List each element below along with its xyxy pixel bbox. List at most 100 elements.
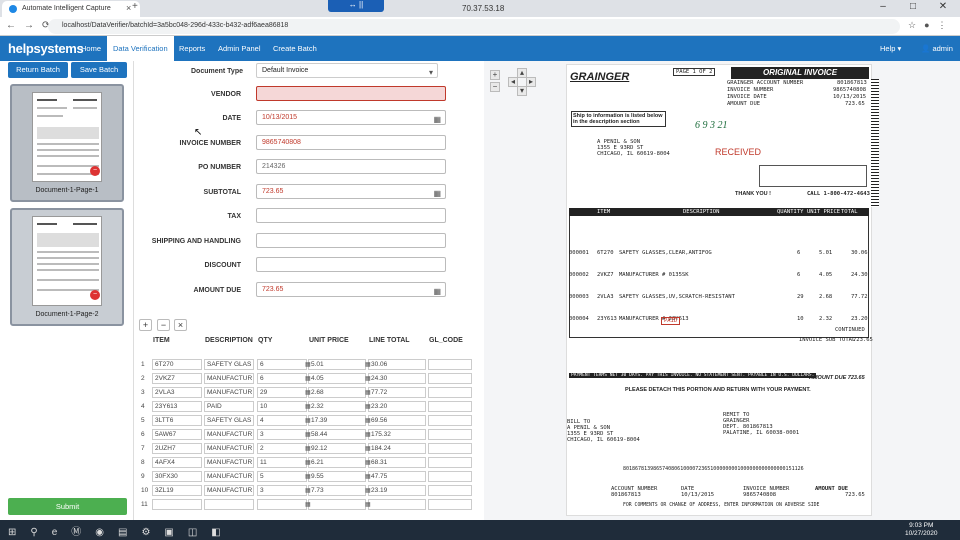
nav-admin-panel[interactable]: Admin Panel <box>212 36 267 61</box>
table-cell[interactable]: 9.55 <box>308 471 366 482</box>
table-cell[interactable]: 68.31 <box>368 457 426 468</box>
col-header-unit-price[interactable]: UNIT PRICE <box>309 337 349 344</box>
nav-home[interactable]: Home <box>75 36 107 61</box>
table-cell[interactable]: 5 <box>257 471 307 482</box>
taskbar-clock[interactable]: 9:03 PM 10/27/2020 <box>905 522 938 538</box>
calculator-icon[interactable]: ▦ <box>433 285 441 298</box>
table-cell[interactable]: 6.21 <box>308 457 366 468</box>
calculator-icon[interactable]: ▦ <box>305 501 311 508</box>
table-cell[interactable]: 3LTT6 <box>152 415 202 426</box>
table-cell[interactable] <box>428 485 472 496</box>
calculator-icon[interactable]: ▦ <box>365 459 371 466</box>
calculator-icon[interactable]: ▦ <box>433 187 441 200</box>
po-number-input[interactable]: 214326 <box>256 159 446 174</box>
calculator-icon[interactable]: ▦ <box>365 361 371 368</box>
calculator-icon[interactable]: ▦ <box>305 417 311 424</box>
page-thumbnail-2[interactable]: − Document-1-Page-2 <box>10 208 124 326</box>
subtotal-input[interactable]: 723.65 ▦ <box>256 184 446 199</box>
table-cell[interactable]: MANUFACTUR <box>204 387 254 398</box>
vendor-input[interactable] <box>256 86 446 101</box>
calculator-icon[interactable]: ▦ <box>365 417 371 424</box>
table-cell[interactable]: 4 <box>257 415 307 426</box>
date-input[interactable]: 10/13/2015 ▦ <box>256 110 446 125</box>
table-cell[interactable]: 6T270 <box>152 359 202 370</box>
table-cell[interactable]: 184.24 <box>368 443 426 454</box>
minimize-icon[interactable]: – <box>868 1 898 12</box>
table-cell[interactable]: 2VLA3 <box>152 387 202 398</box>
table-cell[interactable] <box>428 373 472 384</box>
table-cell[interactable]: 2 <box>257 443 307 454</box>
calculator-icon[interactable]: ▦ <box>305 473 311 480</box>
table-cell[interactable]: 2VKZ7 <box>152 373 202 384</box>
invoice-number-input[interactable]: 9865740808 <box>256 135 446 150</box>
tab-close-icon[interactable]: × <box>126 3 131 13</box>
table-cell[interactable] <box>428 429 472 440</box>
table-cell[interactable]: MANUFACTUR <box>204 485 254 496</box>
tax-input[interactable] <box>256 208 446 223</box>
table-cell[interactable]: MANUFACTUR <box>204 471 254 482</box>
url-text[interactable]: localhost/DataVerifier/batchId=3a5bc048-… <box>62 22 288 29</box>
browser-menu-icons[interactable]: ☆●⋮ <box>908 20 955 31</box>
col-header-gl-code[interactable]: GL_CODE <box>429 337 463 344</box>
calculator-icon[interactable]: ▦ <box>365 501 371 508</box>
remove-row-icon[interactable]: − <box>157 319 170 331</box>
calculator-icon[interactable]: ▦ <box>305 459 311 466</box>
table-cell[interactable]: 92.12 <box>308 443 366 454</box>
add-row-icon[interactable]: + <box>139 319 152 331</box>
table-cell[interactable]: 11 <box>257 457 307 468</box>
table-cell[interactable]: 10 <box>257 401 307 412</box>
table-cell[interactable]: SAFETY GLAS <box>204 359 254 370</box>
table-cell[interactable]: 47.75 <box>368 471 426 482</box>
close-window-icon[interactable]: ✕ <box>928 1 958 12</box>
table-cell[interactable] <box>428 499 472 510</box>
table-cell[interactable] <box>428 401 472 412</box>
help-menu[interactable]: Help ▾ <box>874 36 907 61</box>
calculator-icon[interactable]: ▦ <box>305 375 311 382</box>
table-cell[interactable] <box>204 499 254 510</box>
calculator-icon[interactable]: ▦ <box>365 389 371 396</box>
table-cell[interactable]: SAFETY GLAS <box>204 415 254 426</box>
table-cell[interactable]: 23.19 <box>368 485 426 496</box>
table-cell[interactable]: MANUFACTUR <box>204 443 254 454</box>
col-header-item[interactable]: ITEM <box>153 337 170 344</box>
table-cell[interactable]: 4AFX4 <box>152 457 202 468</box>
table-cell[interactable] <box>428 415 472 426</box>
calculator-icon[interactable]: ▦ <box>365 487 371 494</box>
table-cell[interactable]: 30FX30 <box>152 471 202 482</box>
user-menu[interactable]: 👤 admin ▾ <box>915 36 960 78</box>
table-cell[interactable]: 7.73 <box>308 485 366 496</box>
table-cell[interactable]: 17.39 <box>308 415 366 426</box>
amount-due-input[interactable]: 723.65 ▦ <box>256 282 446 297</box>
calculator-icon[interactable]: ▦ <box>365 445 371 452</box>
return-batch-button[interactable]: Return Batch <box>8 62 68 78</box>
maximize-icon[interactable]: □ <box>898 1 928 12</box>
delete-page-icon[interactable]: − <box>90 290 100 300</box>
table-cell[interactable] <box>428 359 472 370</box>
nav-reports[interactable]: Reports <box>173 36 211 61</box>
table-cell[interactable]: 69.56 <box>368 415 426 426</box>
calculator-icon[interactable]: ▦ <box>305 431 311 438</box>
table-cell[interactable]: 24.30 <box>368 373 426 384</box>
zoom-in-icon[interactable]: + <box>490 70 500 80</box>
calculator-icon[interactable]: ▦ <box>365 403 371 410</box>
table-cell[interactable]: 175.32 <box>368 429 426 440</box>
table-cell[interactable]: 29 <box>257 387 307 398</box>
doc-type-select[interactable]: Default Invoice ▾ <box>256 63 438 78</box>
table-cell[interactable]: 3 <box>257 429 307 440</box>
col-header-qty[interactable]: QTY <box>258 337 272 344</box>
table-cell[interactable] <box>152 499 202 510</box>
calendar-icon[interactable]: ▦ <box>433 113 441 126</box>
table-cell[interactable]: 2.32 <box>308 401 366 412</box>
clear-table-icon[interactable]: × <box>174 319 187 331</box>
calculator-icon[interactable]: ▦ <box>305 403 311 410</box>
table-cell[interactable]: 6 <box>257 373 307 384</box>
table-cell[interactable]: 3 <box>257 485 307 496</box>
table-cell[interactable]: 58.44 <box>308 429 366 440</box>
table-cell[interactable] <box>368 499 426 510</box>
pan-down-icon[interactable]: ▾ <box>517 86 527 96</box>
table-cell[interactable]: 23Y613 <box>152 401 202 412</box>
calculator-icon[interactable]: ▦ <box>305 445 311 452</box>
delete-page-icon[interactable]: − <box>90 166 100 176</box>
table-cell[interactable]: 5.01 <box>308 359 366 370</box>
table-cell[interactable]: 6 <box>257 359 307 370</box>
